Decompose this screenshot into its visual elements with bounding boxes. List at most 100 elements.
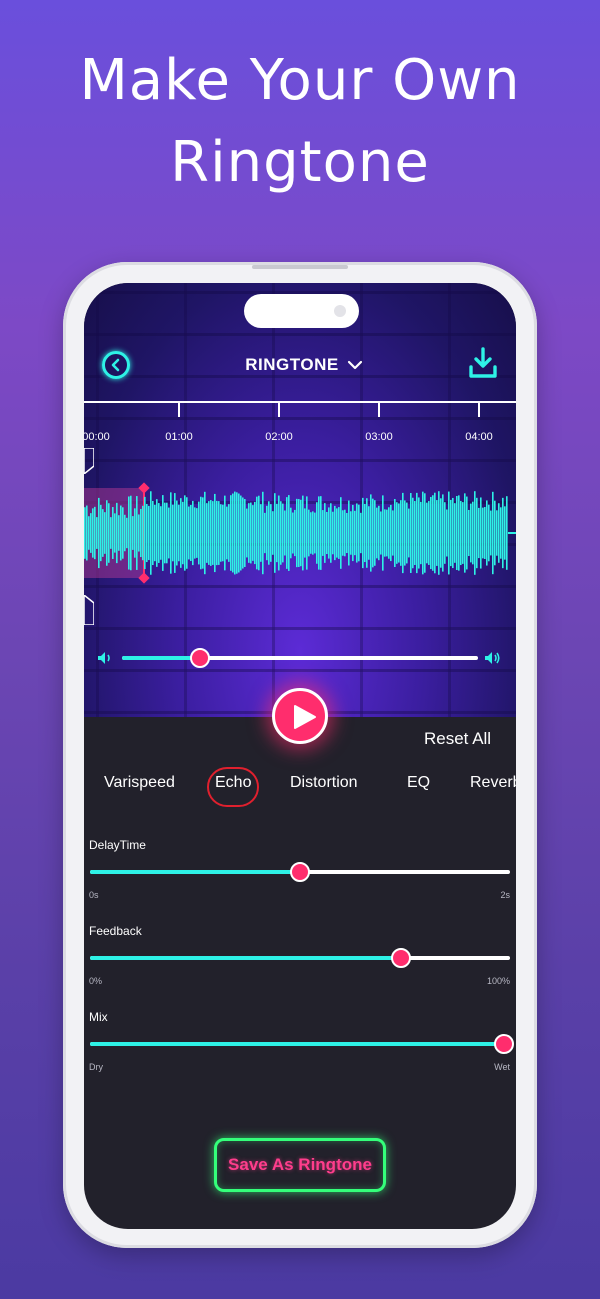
mix-slider-thumb[interactable]: [493, 1034, 514, 1054]
waveform-bar: [182, 501, 184, 565]
waveform-bar: [282, 503, 284, 563]
waveform-bar: [400, 500, 402, 566]
waveform-bar: [264, 512, 266, 554]
waveform-bar: [506, 496, 508, 570]
waveform-bar: [160, 506, 162, 560]
waveform-bar: [176, 500, 178, 566]
tab-reverb[interactable]: Reverb: [470, 774, 516, 792]
waveform-bar: [100, 504, 102, 562]
trim-start-handle-bottom[interactable]: [84, 595, 94, 625]
waveform-bar: [174, 493, 176, 573]
waveform-bar: [452, 497, 454, 569]
param-fill: [90, 956, 401, 960]
waveform-bar: [292, 512, 294, 554]
waveform-bar: [192, 500, 194, 566]
waveform-bar: [260, 504, 262, 562]
waveform-bar: [150, 491, 152, 575]
param-fill: [90, 1042, 504, 1046]
waveform-bar: [242, 497, 244, 569]
back-button[interactable]: [102, 351, 130, 379]
download-button[interactable]: [468, 347, 498, 379]
waveform-bar: [496, 510, 498, 556]
timeline-tick-label: 01:00: [165, 431, 193, 443]
waveform-bar: [232, 493, 234, 573]
waveform-bar: [406, 502, 408, 564]
param-fill: [90, 870, 300, 874]
waveform-bar: [204, 491, 206, 575]
waveform-bar: [240, 495, 242, 571]
waveform-bar: [490, 510, 492, 556]
volume-slider[interactable]: [96, 647, 506, 669]
waveform-bar: [168, 507, 170, 559]
tab-distortion[interactable]: Distortion: [290, 774, 358, 792]
waveform-bar: [178, 504, 180, 562]
waveform-bar: [368, 506, 370, 560]
app-screen: RINGTONE 00:00 01:00 02:00 03:00 04:00 R…: [84, 283, 516, 1229]
waveform-bar: [426, 502, 428, 564]
timeline-tick-label: 00:00: [84, 431, 110, 443]
feedback-slider-thumb[interactable]: [390, 948, 411, 968]
waveform-bar: [310, 512, 312, 554]
dynamic-island: [244, 294, 359, 328]
waveform-bar: [234, 491, 236, 575]
waveform-bar: [334, 505, 336, 561]
tab-varispeed[interactable]: Varispeed: [104, 774, 175, 792]
param-min-label: Dry: [89, 1062, 103, 1072]
play-button[interactable]: [272, 688, 328, 744]
waveform-bar: [412, 497, 414, 569]
waveform-bar: [126, 517, 128, 549]
waveform-bar: [236, 492, 238, 574]
waveform-bar: [316, 502, 318, 564]
waveform-bar: [268, 501, 270, 565]
waveform-bar: [448, 491, 450, 575]
waveform-bar: [106, 500, 108, 566]
waveform-bar: [230, 495, 232, 571]
waveform-bar: [484, 506, 486, 560]
waveform-bar: [196, 508, 198, 558]
save-as-ringtone-button[interactable]: Save As Ringtone: [214, 1138, 386, 1192]
chevron-left-circle-icon: [111, 358, 120, 372]
waveform-bar: [380, 511, 382, 555]
waveform-bar: [444, 502, 446, 564]
waveform-bar: [96, 517, 98, 549]
waveform-bar: [346, 512, 348, 554]
waveform-bar: [358, 504, 360, 562]
waveform-bar: [112, 507, 114, 559]
waveform-bar: [482, 507, 484, 559]
reset-all-button[interactable]: Reset All: [424, 729, 491, 749]
waveform-bar: [94, 506, 96, 560]
waveform-bar: [164, 502, 166, 564]
trim-start-handle-top[interactable]: [84, 448, 94, 474]
waveform-bar: [480, 497, 482, 569]
waveform-bar: [324, 503, 326, 563]
waveform-bar: [340, 497, 342, 569]
effect-tabs: Varispeed Echo Distortion EQ Reverb: [84, 769, 516, 799]
promo-headline: Make Your Own Ringtone: [0, 40, 600, 204]
waveform-bar: [486, 500, 488, 566]
waveform-bar: [296, 498, 298, 568]
waveform-bar: [378, 505, 380, 561]
waveform-bar: [424, 493, 426, 573]
ringtone-dropdown[interactable]: RINGTONE: [234, 353, 374, 377]
timeline-axis: [84, 401, 516, 403]
waveform-bar: [132, 516, 134, 550]
waveform-bar: [280, 501, 282, 565]
waveform-bar: [500, 507, 502, 559]
waveform-bar: [462, 502, 464, 564]
waveform-bar: [206, 503, 208, 563]
waveform-bar: [386, 509, 388, 557]
param-label: DelayTime: [89, 838, 146, 852]
waveform-bar: [128, 496, 130, 570]
param-label: Feedback: [89, 924, 142, 938]
waveform-bar: [404, 500, 406, 566]
waveform-bar: [274, 493, 276, 573]
waveform-bar: [224, 495, 226, 571]
waveform-bar: [158, 503, 160, 563]
delaytime-slider-thumb[interactable]: [290, 862, 310, 882]
waveform-bar: [186, 497, 188, 569]
tab-eq[interactable]: EQ: [407, 774, 430, 792]
audio-waveform[interactable]: [84, 488, 516, 578]
waveform-bar: [398, 503, 400, 563]
tab-echo[interactable]: Echo: [215, 774, 251, 792]
volume-thumb[interactable]: [190, 648, 211, 668]
